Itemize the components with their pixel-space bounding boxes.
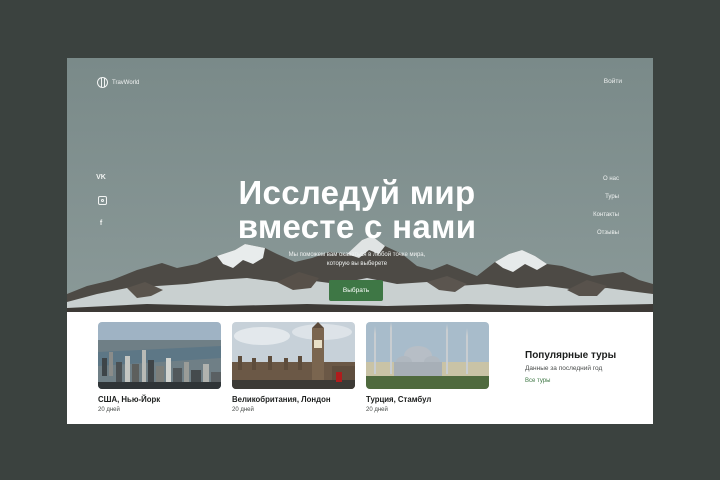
hero-subtitle-line2: которую вы выберете: [326, 261, 388, 267]
istanbul-image: [366, 322, 489, 389]
hero-section: TravWorld Войти VK f О нас Туры Контакты…: [67, 58, 653, 312]
tour-card-london[interactable]: Великобритания, Лондон 20 дней: [232, 322, 355, 413]
hero-subtitle: Мы поможем вам оказаться в любой точке м…: [262, 251, 452, 269]
logo[interactable]: TravWorld: [97, 77, 139, 88]
tour-name: Великобритания, Лондон: [232, 395, 331, 404]
login-link[interactable]: Войти: [604, 78, 622, 85]
new-york-image: [98, 322, 221, 389]
tour-name: США, Нью-Йорк: [98, 395, 161, 404]
tour-days: 20 дней: [98, 407, 120, 413]
tour-card-new-york[interactable]: США, Нью-Йорк 20 дней: [98, 322, 221, 413]
nav-item-contacts[interactable]: Контакты: [593, 212, 619, 218]
hero-subtitle-line1: Мы поможем вам оказаться в любой точке м…: [288, 252, 426, 258]
nav-item-about[interactable]: О нас: [603, 176, 619, 182]
vk-icon[interactable]: VK: [95, 174, 107, 181]
all-tours-link[interactable]: Все туры: [525, 378, 616, 384]
facebook-icon[interactable]: f: [95, 220, 107, 227]
popular-heading: Популярные туры: [525, 350, 617, 361]
popular-tours: Популярные туры Данные за последний год …: [525, 350, 616, 384]
tour-days: 20 дней: [366, 407, 388, 413]
landing-page: TravWorld Войти VK f О нас Туры Контакты…: [67, 58, 653, 424]
tour-name: Турция, Стамбул: [366, 395, 432, 404]
social-links: VK f: [95, 174, 107, 227]
hero-title: Исследуй мир вместе с нами: [207, 176, 507, 244]
popular-subheading: Данные за последний год: [525, 365, 603, 372]
side-nav: О нас Туры Контакты Отзывы: [593, 176, 619, 236]
hero-title-line2: вместе с нами: [237, 208, 477, 245]
tour-card-istanbul[interactable]: Турция, Стамбул 20 дней: [366, 322, 489, 413]
choose-button[interactable]: Выбрать: [329, 280, 383, 301]
logo-text: TravWorld: [112, 79, 140, 86]
globe-icon: [97, 77, 108, 88]
hero-title-line1: Исследуй мир: [238, 174, 476, 211]
nav-item-tours[interactable]: Туры: [605, 194, 619, 200]
instagram-icon[interactable]: [98, 196, 107, 205]
london-image: [232, 322, 355, 389]
nav-item-reviews[interactable]: Отзывы: [597, 230, 619, 236]
tour-days: 20 дней: [232, 407, 254, 413]
